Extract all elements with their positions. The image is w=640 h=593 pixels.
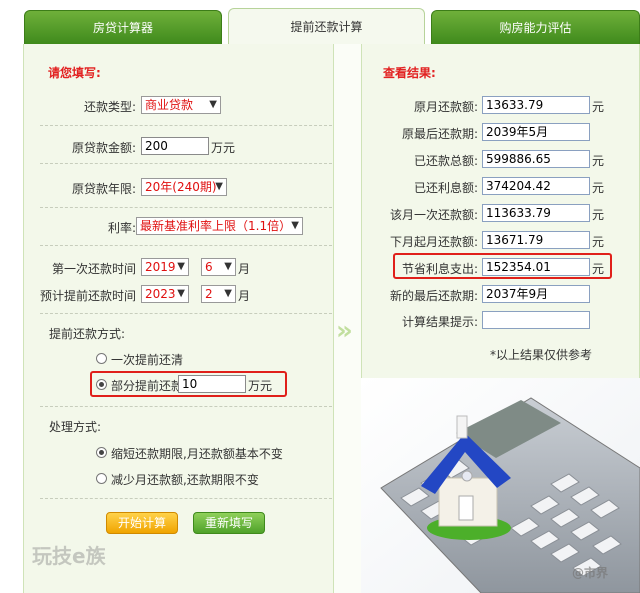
result-label: 新的最后还款期: bbox=[389, 289, 478, 303]
result-unit: 元 bbox=[592, 181, 605, 195]
result-label: 计算结果提示: bbox=[401, 315, 478, 329]
divider bbox=[40, 163, 332, 164]
result-unit: 元 bbox=[592, 235, 605, 249]
shorten-term-label: 缩短还款期限,月还款额基本不变 bbox=[111, 447, 283, 461]
reduce-payment-label: 减少月还款额,还款期限不变 bbox=[111, 473, 259, 487]
result-value-field[interactable]: 2037年9月 bbox=[482, 285, 590, 303]
result-label: 已还款总额: bbox=[413, 154, 478, 168]
result-value-field[interactable] bbox=[482, 311, 590, 329]
result-label: 该月一次还款额: bbox=[389, 208, 478, 222]
term-select[interactable]: 20年(240期) ▼ bbox=[141, 178, 227, 196]
month-unit: 月 bbox=[238, 289, 251, 303]
input-panel bbox=[23, 44, 334, 593]
term-label: 原贷款年限: bbox=[71, 182, 136, 196]
radio-reduce-payment[interactable] bbox=[96, 473, 107, 484]
chevron-down-icon: ▼ bbox=[224, 288, 232, 299]
highlight-box bbox=[393, 253, 612, 279]
first-repay-year-select[interactable]: 2019 ▼ bbox=[141, 258, 189, 276]
chevron-down-icon: ▼ bbox=[177, 288, 185, 299]
result-unit: 元 bbox=[592, 208, 605, 222]
radio-partial-prepay[interactable] bbox=[96, 379, 107, 390]
divider bbox=[40, 498, 332, 499]
divider bbox=[40, 245, 332, 246]
result-label: 下月起月还款额: bbox=[389, 235, 478, 249]
result-label: 原最后还款期: bbox=[401, 127, 478, 141]
divider bbox=[40, 207, 332, 208]
repay-type-label: 还款类型: bbox=[83, 100, 136, 114]
prepay-year-select[interactable]: 2023 ▼ bbox=[141, 285, 189, 303]
month-unit: 月 bbox=[238, 262, 251, 276]
house-calculator-image bbox=[361, 378, 640, 593]
result-value-field[interactable]: 13633.79 bbox=[482, 96, 590, 114]
chevron-down-icon: ▼ bbox=[291, 220, 299, 231]
divider bbox=[40, 125, 332, 126]
rate-select[interactable]: 最新基准利率上限（1.1倍） ▼ bbox=[136, 217, 303, 235]
process-method-label: 处理方式: bbox=[49, 420, 102, 434]
result-value-field[interactable]: 13671.79 bbox=[482, 231, 590, 249]
result-unit: 元 bbox=[592, 154, 605, 168]
loan-amount-label: 原贷款金额: bbox=[71, 141, 136, 155]
result-label: 原月还款额: bbox=[413, 100, 478, 114]
loan-amount-unit: 万元 bbox=[211, 141, 236, 155]
tab-bar: 房贷计算器 提前还款计算 购房能力评估 bbox=[0, 0, 640, 44]
tab-mortgage-calculator[interactable]: 房贷计算器 bbox=[24, 10, 222, 44]
input-heading: 请您填写: bbox=[48, 66, 101, 80]
watermark-right: @市界 bbox=[572, 566, 609, 580]
start-calculation-button[interactable]: 开始计算 bbox=[106, 512, 178, 534]
tab-prepayment-calculator[interactable]: 提前还款计算 bbox=[228, 8, 425, 44]
chevron-down-icon: ▼ bbox=[224, 261, 232, 272]
partial-prepay-unit: 万元 bbox=[248, 379, 273, 393]
result-heading: 查看结果: bbox=[383, 66, 436, 80]
chevron-down-icon: ▼ bbox=[177, 261, 185, 272]
result-label: 已还利息额: bbox=[413, 181, 478, 195]
partial-prepay-label: 部分提前还款 bbox=[111, 379, 184, 393]
house-calculator-illustration bbox=[361, 378, 640, 593]
chevron-down-icon: ▼ bbox=[209, 99, 217, 110]
divider bbox=[40, 313, 332, 314]
result-value-field[interactable]: 599886.65 bbox=[482, 150, 590, 168]
loan-amount-input[interactable]: 200 bbox=[141, 137, 209, 155]
rate-label: 利率: bbox=[107, 221, 136, 235]
reset-form-button[interactable]: 重新填写 bbox=[193, 512, 265, 534]
result-value-field[interactable]: 113633.79 bbox=[482, 204, 590, 222]
prepay-month-select[interactable]: 2 ▼ bbox=[201, 285, 236, 303]
full-prepay-label: 一次提前还清 bbox=[111, 353, 184, 367]
repay-type-select[interactable]: 商业贷款 ▼ bbox=[141, 96, 221, 114]
radio-shorten-term[interactable] bbox=[96, 447, 107, 458]
first-repay-label: 第一次还款时间 bbox=[51, 262, 136, 276]
divider bbox=[40, 406, 332, 407]
first-repay-month-select[interactable]: 6 ▼ bbox=[201, 258, 236, 276]
prepay-method-label: 提前还款方式: bbox=[49, 327, 126, 341]
result-value-field[interactable]: 2039年5月 bbox=[482, 123, 590, 141]
watermark-left: 玩技e族 bbox=[32, 544, 106, 568]
radio-full-prepay[interactable] bbox=[96, 353, 107, 364]
chevron-down-icon: ▼ bbox=[215, 181, 223, 192]
result-unit: 元 bbox=[592, 100, 605, 114]
disclaimer-note: *以上结果仅供参考 bbox=[490, 348, 593, 362]
result-value-field[interactable]: 374204.42 bbox=[482, 177, 590, 195]
tab-affordability-assessment[interactable]: 购房能力评估 bbox=[431, 10, 640, 44]
prepay-time-label: 预计提前还款时间 bbox=[40, 289, 137, 303]
arrow-right-icon: » bbox=[336, 316, 353, 346]
partial-prepay-amount-input[interactable]: 10 bbox=[178, 375, 246, 393]
